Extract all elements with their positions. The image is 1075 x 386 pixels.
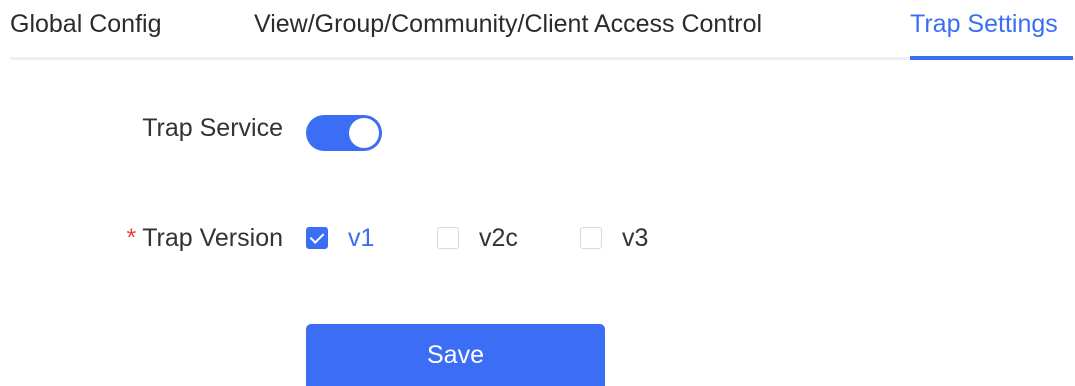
trap-service-toggle[interactable] — [306, 115, 382, 151]
trap-version-option-v3[interactable]: v3 — [580, 224, 648, 252]
trap-version-option-v2c[interactable]: v2c — [437, 224, 518, 252]
tab-bar: Global Config View/Group/Community/Clien… — [0, 0, 1075, 60]
trap-service-label: Trap Service — [142, 114, 283, 142]
checkbox-v3[interactable] — [580, 227, 602, 249]
tab-global-config[interactable]: Global Config — [10, 8, 161, 40]
checkbox-v2c[interactable] — [437, 227, 459, 249]
tab-access-control[interactable]: View/Group/Community/Client Access Contr… — [254, 8, 762, 40]
checkbox-v1[interactable] — [306, 227, 328, 249]
toggle-knob — [349, 118, 379, 148]
checkbox-label-v3: v3 — [622, 224, 649, 252]
trap-version-label: Trap Version — [142, 224, 283, 252]
active-tab-indicator — [910, 56, 1073, 60]
trap-version-label-row: * Trap Version — [126, 222, 283, 254]
checkbox-label-v1: v1 — [348, 224, 375, 252]
checkbox-label-v2c: v2c — [479, 224, 518, 252]
tab-trap-settings[interactable]: Trap Settings — [910, 8, 1058, 40]
required-mark: * — [126, 224, 137, 252]
save-button[interactable]: Save — [306, 324, 605, 386]
trap-version-option-v1[interactable]: v1 — [306, 224, 374, 252]
